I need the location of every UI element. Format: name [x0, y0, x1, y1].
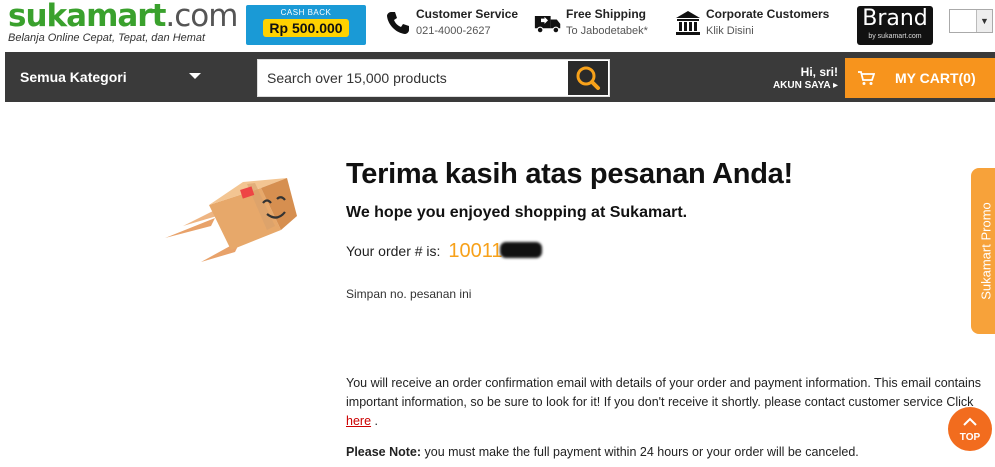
cashback-banner[interactable]: CASH BACK Rp 500.000: [246, 5, 366, 45]
logo-wordmark: sukamart.com: [8, 0, 238, 34]
order-number-label: Your order # is:: [346, 243, 441, 259]
brand-logo-text: Brand: [862, 6, 928, 31]
top-header: sukamart.com Belanja Online Cepat, Tepat…: [0, 0, 995, 52]
back-to-top-label: TOP: [959, 432, 981, 443]
customer-service-here-link[interactable]: here: [346, 414, 371, 428]
flying-box-illustration: [165, 178, 297, 262]
free-shipping-title: Free Shipping: [566, 7, 647, 21]
cart-label: MY CART(0): [895, 70, 976, 86]
thank-you-subheading: We hope you enjoyed shopping at Sukamart…: [346, 204, 688, 221]
customer-service-phone: 021-4000-2627: [416, 25, 491, 37]
logo-part-dotcom: .com: [165, 0, 238, 34]
order-number-line: Your order # is: 10011: [346, 240, 543, 263]
thank-you-heading: Terima kasih atas pesanan Anda!: [346, 158, 793, 190]
customer-service-info[interactable]: Customer Service 021-4000-2627: [384, 7, 524, 43]
order-number-value: 10011: [448, 240, 503, 262]
caret-right-icon: ▸: [832, 80, 838, 91]
corporate-customers-link: Klik Disini: [706, 25, 754, 37]
order-number-redaction: [500, 242, 543, 258]
free-shipping-info[interactable]: Free Shipping To Jabodetabek*: [534, 7, 664, 43]
confirmation-text-tail: .: [371, 414, 378, 428]
caret-down-icon: [189, 73, 201, 79]
main-navigation-bar: Semua Kategori Hi, sri! AKUN SAYA ▸ MY C…: [5, 52, 995, 102]
category-dropdown[interactable]: Semua Kategori: [5, 52, 248, 102]
note-text: you must make the full payment within 24…: [421, 445, 859, 459]
chevron-up-icon: [963, 417, 977, 426]
sukamart-promo-tab[interactable]: Sukamart Promo: [971, 168, 995, 334]
back-to-top-button[interactable]: TOP: [948, 407, 992, 451]
cart-button[interactable]: MY CART(0): [845, 58, 995, 98]
free-shipping-subtitle: To Jabodetabek*: [566, 25, 648, 37]
promo-tab-label: Sukamart Promo: [978, 202, 994, 300]
corporate-customers-title: Corporate Customers: [706, 7, 830, 21]
user-greeting: Hi, sri!: [800, 65, 838, 79]
cashback-amount: Rp 500.000: [263, 19, 349, 37]
note-label: Please Note:: [346, 445, 422, 459]
search-button[interactable]: [568, 61, 608, 95]
search-icon: [576, 66, 600, 90]
account-menu[interactable]: Hi, sri! AKUN SAYA ▸: [760, 65, 838, 91]
building-icon: [676, 11, 700, 35]
customer-service-title: Customer Service: [416, 7, 519, 21]
logo-part-mart: mart: [86, 0, 166, 34]
truck-icon: [534, 16, 561, 34]
account-link: AKUN SAYA ▸: [760, 80, 838, 91]
account-label: AKUN SAYA: [772, 80, 831, 91]
search-box: [257, 59, 610, 97]
cart-icon: [858, 71, 875, 85]
brand-by-sukamart-logo[interactable]: Brand by sukamart.com: [857, 6, 933, 45]
cashback-label: CASH BACK: [280, 8, 332, 17]
confirmation-email-info: You will receive an order confirmation e…: [346, 374, 986, 431]
category-dropdown-label: Semua Kategori: [20, 69, 127, 85]
language-select[interactable]: ▼: [949, 9, 993, 33]
confirmation-text: You will receive an order confirmation e…: [346, 376, 982, 409]
chevron-down-icon: ▼: [976, 10, 992, 32]
logo-part-suka: suka: [8, 0, 87, 34]
logo-tagline: Belanja Online Cepat, Tepat, dan Hemat: [8, 32, 206, 44]
sukamart-logo[interactable]: sukamart.com Belanja Online Cepat, Tepat…: [8, 0, 238, 45]
save-order-number-note: Simpan no. pesanan ini: [346, 287, 472, 301]
payment-deadline-note: Please Note: you must make the full paym…: [346, 445, 859, 459]
brand-logo-subtext: by sukamart.com: [868, 33, 922, 40]
phone-icon: [387, 12, 409, 34]
search-input[interactable]: [258, 60, 568, 96]
corporate-customers-info[interactable]: Corporate Customers Klik Disini: [674, 7, 844, 43]
